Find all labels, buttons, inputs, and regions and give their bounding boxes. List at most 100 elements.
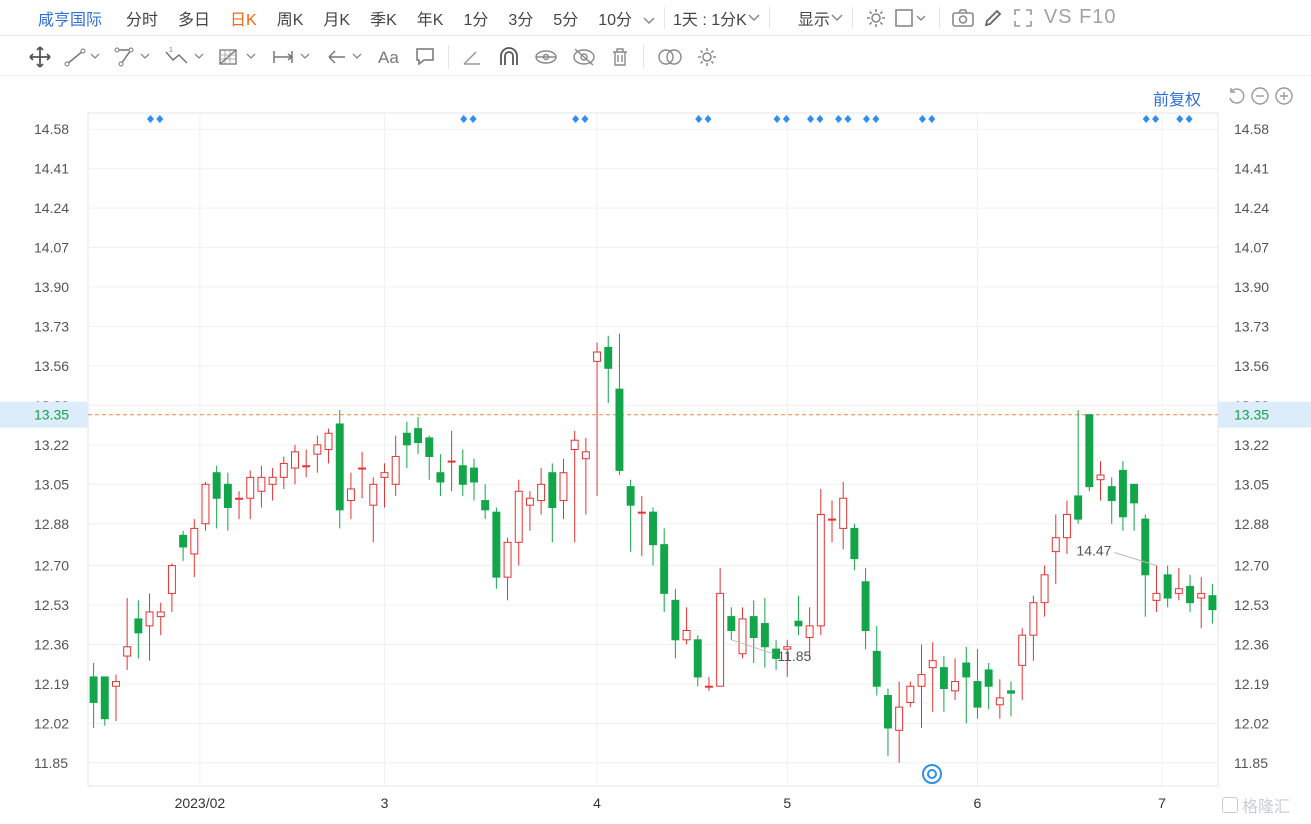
chevron-down-icon [748, 13, 760, 21]
vs-f10-button[interactable]: VS F10 [1038, 6, 1123, 29]
candle-body [615, 388, 624, 471]
y-tick-label-left: 12.70 [34, 558, 69, 574]
divider [851, 6, 853, 29]
pencil-draw-icon[interactable] [978, 3, 1008, 33]
y-tick-label-right: 13.22 [1234, 437, 1269, 453]
settings-gear-icon[interactable] [861, 3, 891, 33]
high-annotation: 14.47 [1076, 543, 1111, 559]
tab-3分[interactable]: 3分 [498, 6, 543, 30]
camera-icon[interactable] [948, 3, 978, 33]
zoom-out-icon[interactable] [1250, 86, 1270, 106]
move-crosshair-icon[interactable] [22, 42, 58, 72]
wave-tool-icon[interactable]: 1 [158, 42, 212, 72]
watermark: 格隆汇 [1222, 793, 1290, 817]
candle-body [1074, 495, 1083, 520]
more-periods-chevron-icon[interactable] [642, 13, 656, 24]
candle-body [716, 592, 725, 687]
tab-5分[interactable]: 5分 [543, 6, 588, 30]
top-toolbar: 咸亨国际 分时 多日 日K 周K 月K 季K 年K 1分 3分 5分 10分 1天 : 1分K 显示… [0, 0, 1311, 36]
candle-body [201, 483, 210, 525]
candle-body [951, 681, 960, 692]
lock-drawing-icon[interactable] [527, 42, 565, 72]
candle-body [324, 432, 333, 450]
candle-body [346, 488, 355, 502]
candle-body [749, 616, 758, 638]
tab-多日[interactable]: 多日 [168, 6, 220, 30]
divider [643, 44, 644, 69]
candle-body [1197, 592, 1206, 599]
y-tick-label-right: 13.05 [1234, 476, 1269, 492]
candle-body [257, 476, 266, 492]
candle-body [425, 437, 434, 457]
tab-日K[interactable]: 日K [220, 6, 267, 30]
candle-body [1208, 595, 1217, 611]
candle-body [1118, 469, 1127, 518]
tab-10分[interactable]: 10分 [588, 6, 642, 30]
comment-bubble-icon[interactable] [408, 42, 442, 72]
channel-tool-icon[interactable] [108, 42, 158, 72]
display-select[interactable]: 显示 [798, 6, 844, 30]
hide-drawings-icon[interactable] [565, 42, 603, 72]
candle-body [559, 472, 568, 502]
candle-body [872, 650, 881, 687]
tab-季K[interactable]: 季K [360, 6, 407, 30]
angle-tool-icon[interactable] [455, 42, 491, 72]
y-tick-label-right: 11.85 [1234, 755, 1268, 771]
reset-undo-icon[interactable] [1226, 86, 1246, 106]
price-adjustment-toggle[interactable]: 前复权 [1153, 86, 1201, 110]
candle-body [928, 660, 937, 669]
divider [938, 6, 940, 29]
candle-body [828, 518, 836, 521]
candle-body [268, 476, 277, 485]
candle-body [939, 667, 948, 690]
magnet-icon[interactable] [491, 42, 527, 72]
candle-body [1018, 634, 1027, 666]
candle-body [973, 681, 982, 708]
candle-body [1141, 518, 1150, 576]
x-tick-label: 7 [1158, 795, 1166, 811]
tab-月K[interactable]: 月K [313, 6, 360, 30]
watermark-logo-icon [1222, 797, 1238, 813]
fullscreen-icon[interactable] [1008, 3, 1038, 33]
candle-body [492, 511, 501, 578]
x-tick-label: 4 [593, 795, 601, 811]
candle-body [760, 623, 769, 648]
y-tick-label-left: 13.90 [34, 279, 69, 295]
candle-body [1051, 537, 1060, 553]
y-tick-label-left: 12.36 [34, 636, 69, 652]
y-tick-label-left: 13.22 [34, 437, 69, 453]
watermark-text: 格隆汇 [1242, 799, 1291, 816]
y-tick-label-left: 14.58 [34, 121, 69, 137]
candle-body [1007, 690, 1015, 694]
compare-circles-icon[interactable] [650, 42, 690, 72]
y-tick-label-left: 14.24 [34, 200, 69, 216]
toolbar-settings-gear-icon[interactable] [690, 42, 724, 72]
arrow-left-tool-icon[interactable] [320, 42, 372, 72]
tab-年K[interactable]: 年K [407, 6, 454, 30]
fib-grid-tool-icon[interactable] [212, 42, 266, 72]
line-tool-icon[interactable] [58, 42, 108, 72]
tab-1分[interactable]: 1分 [453, 6, 498, 30]
candlestick-chart[interactable]: 14.58 14.58 14.41 14.41 14.24 14.24 14.07 14.07… [0, 80, 1311, 824]
candle-body [660, 544, 669, 594]
zoom-in-icon[interactable] [1274, 86, 1294, 106]
tab-分时[interactable]: 分时 [116, 6, 168, 30]
candle-body [1107, 486, 1116, 502]
y-tick-label-right: 12.70 [1234, 558, 1269, 574]
stock-name[interactable]: 咸亨国际 [0, 6, 116, 30]
candle-body [503, 541, 512, 578]
candle-body [537, 483, 546, 502]
candle-body [100, 676, 109, 720]
candle-body [1152, 592, 1161, 601]
layout-square-icon[interactable] [891, 3, 931, 33]
trash-icon[interactable] [603, 42, 637, 72]
y-tick-label-right: 14.07 [1234, 240, 1269, 256]
x-tick-label: 2023/02 [175, 795, 226, 811]
interval-select[interactable]: 1天 : 1分K [673, 6, 761, 30]
candle-body [861, 581, 870, 632]
tab-周K[interactable]: 周K [267, 6, 314, 30]
candle-body [816, 513, 825, 627]
range-measure-icon[interactable] [266, 42, 320, 72]
y-tick-label-right: 14.24 [1234, 200, 1269, 216]
text-tool-icon[interactable]: Aa [372, 42, 408, 72]
